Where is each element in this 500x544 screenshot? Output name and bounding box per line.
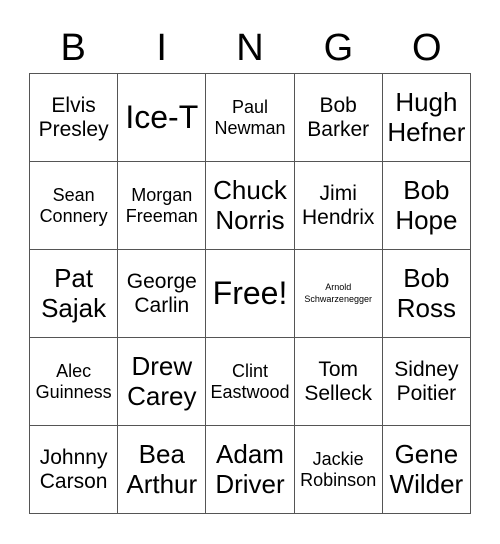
bingo-cell[interactable]: Gene Wilder [382, 426, 471, 514]
bingo-cell[interactable]: Chuck Norris [206, 162, 295, 250]
bingo-cell[interactable]: Bea Arthur [118, 426, 207, 514]
bingo-cell[interactable]: Johnny Carson [30, 426, 119, 514]
bingo-cell[interactable]: George Carlin [118, 250, 207, 338]
bingo-cell[interactable]: Jackie Robinson [294, 426, 383, 514]
bingo-cell[interactable]: Pat Sajak [30, 250, 119, 338]
bingo-header: B I N G O [29, 22, 471, 74]
bingo-grid: Elvis Presley Ice-T Paul Newman Bob Barker H… [29, 73, 471, 514]
bingo-cell[interactable]: Tom Selleck [294, 338, 383, 426]
bingo-cell[interactable]: Bob Ross [382, 250, 471, 338]
bingo-cell[interactable]: Adam Driver [206, 426, 295, 514]
bingo-cell[interactable]: Arnold Schwarzenegger [294, 250, 383, 338]
bingo-cell[interactable]: Drew Carey [118, 338, 207, 426]
bingo-cell[interactable]: Elvis Presley [30, 74, 119, 162]
bingo-cell[interactable]: Hugh Hefner [382, 74, 471, 162]
bingo-cell[interactable]: Morgan Freeman [118, 162, 207, 250]
bingo-cell[interactable]: Ice-T [118, 74, 207, 162]
bingo-cell[interactable]: Alec Guinness [30, 338, 119, 426]
header-letter-b: B [60, 27, 86, 69]
bingo-cell[interactable]: Bob Hope [382, 162, 471, 250]
bingo-cell[interactable]: Paul Newman [206, 74, 295, 162]
bingo-cell[interactable]: Bob Barker [294, 74, 383, 162]
free-space-cell[interactable]: Free! [206, 250, 295, 338]
bingo-cell[interactable]: Clint Eastwood [206, 338, 295, 426]
bingo-cell[interactable]: Sidney Poitier [382, 338, 471, 426]
header-letter-o: O [412, 27, 442, 69]
bingo-cell[interactable]: Sean Connery [30, 162, 119, 250]
header-letter-n: N [236, 27, 264, 69]
bingo-cell[interactable]: Jimi Hendrix [294, 162, 383, 250]
header-letter-g: G [323, 27, 354, 69]
header-letter-i: I [156, 27, 167, 69]
